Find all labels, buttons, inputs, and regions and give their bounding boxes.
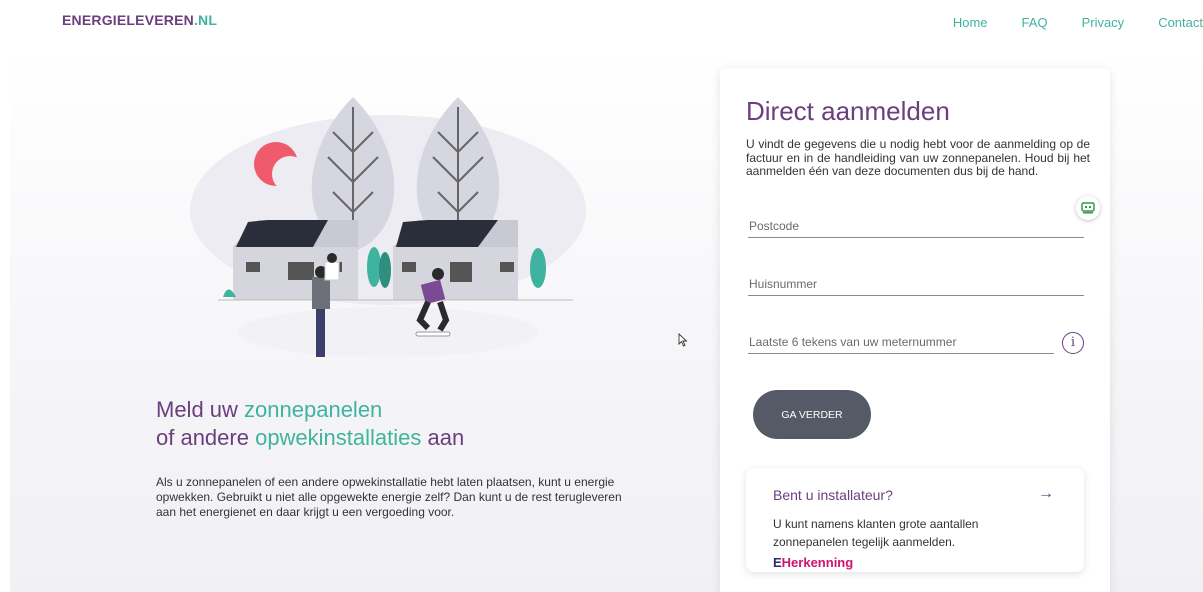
site-logo[interactable]: ENERGIELEVEREN.NL xyxy=(62,12,217,28)
form-title: Direct aanmelden xyxy=(746,96,950,126)
headline-line1-accent: zonnepanelen xyxy=(244,397,383,422)
nav-home-link[interactable]: Home xyxy=(953,15,988,30)
huisnummer-field-wrapper xyxy=(748,274,1084,296)
postcode-input[interactable] xyxy=(748,216,1084,236)
arrow-right-icon[interactable]: → xyxy=(1038,485,1054,503)
eherkenning-logo: EHerkenning xyxy=(773,555,853,570)
eherkenning-text: Herkenning xyxy=(781,555,854,570)
postcode-field-wrapper xyxy=(748,216,1084,238)
nav-contact-link[interactable]: Contact xyxy=(1158,15,1203,30)
logo-main-text: ENERGIELEVEREN xyxy=(62,12,194,28)
meter-field-wrapper xyxy=(748,332,1054,354)
headline-line2-accent: opwekinstallaties xyxy=(255,425,422,450)
info-icon[interactable]: i xyxy=(1062,332,1084,354)
headline-line-2: of andere opwekinstallaties aan xyxy=(156,424,464,452)
hero-headline: Meld uw zonnepanelen of andere opwekinst… xyxy=(156,396,464,452)
huisnummer-input[interactable] xyxy=(748,274,1084,294)
nav-privacy-link[interactable]: Privacy xyxy=(1082,15,1125,30)
nav-faq-link[interactable]: FAQ xyxy=(1022,15,1048,30)
installer-title: Bent u installateur? xyxy=(773,487,893,503)
main-nav: Home FAQ Privacy Contact xyxy=(953,15,1203,30)
mouse-cursor-icon xyxy=(678,333,688,347)
hero-intro-text: Als u zonnepanelen of een andere opwekin… xyxy=(156,475,622,519)
logo-tld-text: .NL xyxy=(193,12,218,28)
signup-card: Direct aanmelden U vindt de gegevens die… xyxy=(720,68,1110,592)
headline-line2-prefix: of andere xyxy=(156,425,256,450)
form-description: U vindt de gegevens die u nodig hebt voo… xyxy=(746,137,1090,178)
hero-illustration xyxy=(190,97,586,357)
headline-line1-prefix: Meld uw xyxy=(156,397,245,422)
ga-verder-button[interactable]: GA VERDER xyxy=(753,390,871,439)
installer-text: U kunt namens klanten grote aantallen zo… xyxy=(773,517,979,549)
eherkenning-mark: E xyxy=(773,555,782,570)
meternummer-input[interactable] xyxy=(748,332,1054,352)
headline-line-1: Meld uw zonnepanelen xyxy=(156,396,464,424)
installer-card[interactable]: Bent u installateur? → U kunt namens kla… xyxy=(746,468,1084,572)
headline-line2-suffix: aan xyxy=(421,425,465,450)
